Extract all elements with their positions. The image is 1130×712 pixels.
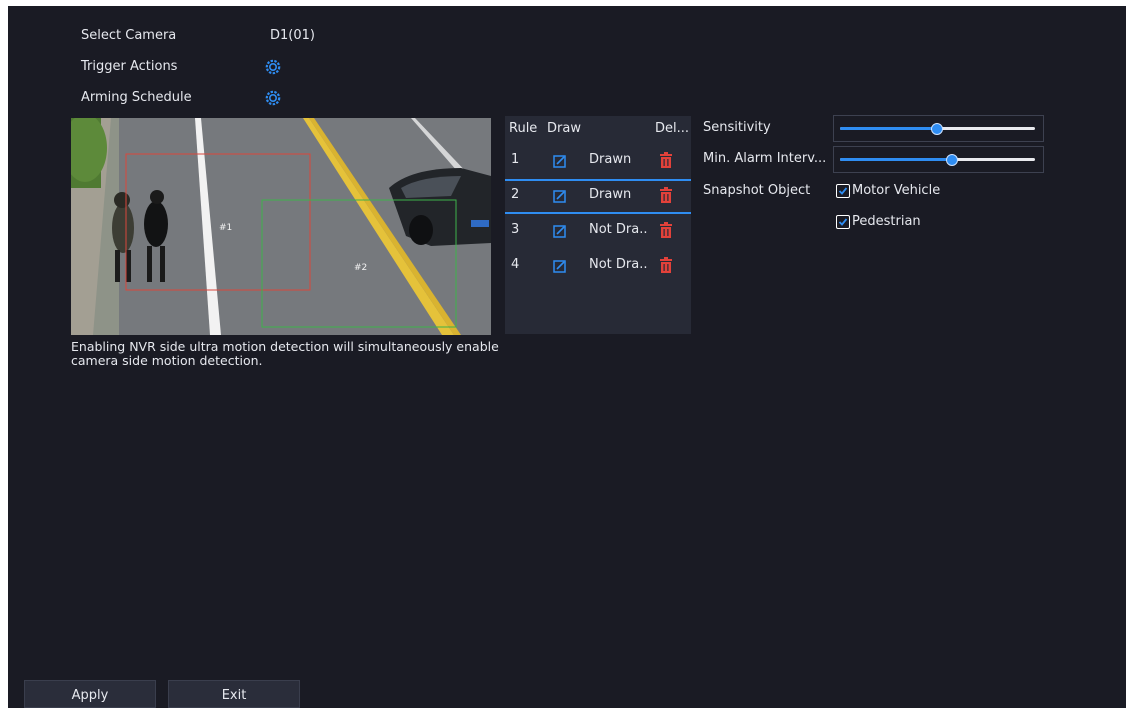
table-row[interactable]: 2 Drawn	[505, 179, 691, 211]
sensitivity-knob[interactable]	[930, 123, 943, 135]
pedestrian-checkbox[interactable]	[836, 215, 850, 229]
draw-status: Drawn	[589, 152, 632, 167]
trash-icon[interactable]	[659, 152, 673, 168]
trash-icon[interactable]	[659, 187, 673, 203]
rule-header: Rule	[509, 121, 538, 136]
table-row[interactable]: 3 Not Dra..	[505, 214, 691, 246]
zone2-label: #2	[354, 263, 367, 273]
apply-button[interactable]: Apply	[24, 680, 156, 708]
draw-status: Drawn	[589, 187, 632, 202]
table-row[interactable]: 4 Not Dra..	[505, 249, 691, 281]
rule-number: 2	[511, 187, 520, 202]
select-camera-label: Select Camera	[81, 28, 177, 43]
pedestrian-label: Pedestrian	[852, 214, 921, 229]
min-alarm-interval-fill	[840, 158, 952, 161]
edit-icon[interactable]	[553, 223, 567, 238]
sensitivity-slider[interactable]	[833, 115, 1044, 142]
settings-panel: Select Camera D1(01) Trigger Actions Arm…	[8, 6, 1126, 708]
arming-schedule-label: Arming Schedule	[81, 90, 192, 105]
min-alarm-interval-label: Min. Alarm Interv...	[703, 151, 827, 166]
snapshot-object-label: Snapshot Object	[703, 183, 811, 198]
table-row[interactable]: 1 Drawn	[505, 144, 691, 176]
camera-preview[interactable]: #1 #2	[71, 118, 491, 335]
exit-button[interactable]: Exit	[168, 680, 300, 708]
draw-header: Draw	[547, 121, 581, 136]
edit-icon[interactable]	[553, 188, 567, 203]
min-alarm-interval-slider[interactable]	[833, 146, 1044, 173]
delete-header: Del...	[655, 121, 690, 136]
draw-status: Not Dra..	[589, 222, 648, 237]
zone1-label: #1	[219, 223, 232, 233]
motor-vehicle-checkbox[interactable]	[836, 184, 850, 198]
rule-number: 3	[511, 222, 520, 237]
rule-number: 1	[511, 152, 520, 167]
gear-icon[interactable]	[265, 59, 281, 75]
detection-note: Enabling NVR side ultra motion detection…	[71, 339, 499, 368]
rule-number: 4	[511, 257, 520, 272]
select-camera-value[interactable]: D1(01)	[270, 28, 315, 43]
gear-icon[interactable]	[265, 90, 281, 106]
trigger-actions-label: Trigger Actions	[81, 59, 178, 74]
trash-icon[interactable]	[659, 222, 673, 238]
motor-vehicle-label: Motor Vehicle	[852, 183, 941, 198]
min-alarm-interval-knob[interactable]	[946, 154, 959, 166]
edit-icon[interactable]	[553, 258, 567, 273]
edit-icon[interactable]	[553, 153, 567, 168]
rules-table: Rule Draw Del... 1 Drawn 2 Drawn 3 Not D…	[505, 116, 691, 334]
sensitivity-fill	[840, 127, 936, 130]
draw-status: Not Dra..	[589, 257, 648, 272]
trash-icon[interactable]	[659, 257, 673, 273]
sensitivity-label: Sensitivity	[703, 120, 771, 135]
